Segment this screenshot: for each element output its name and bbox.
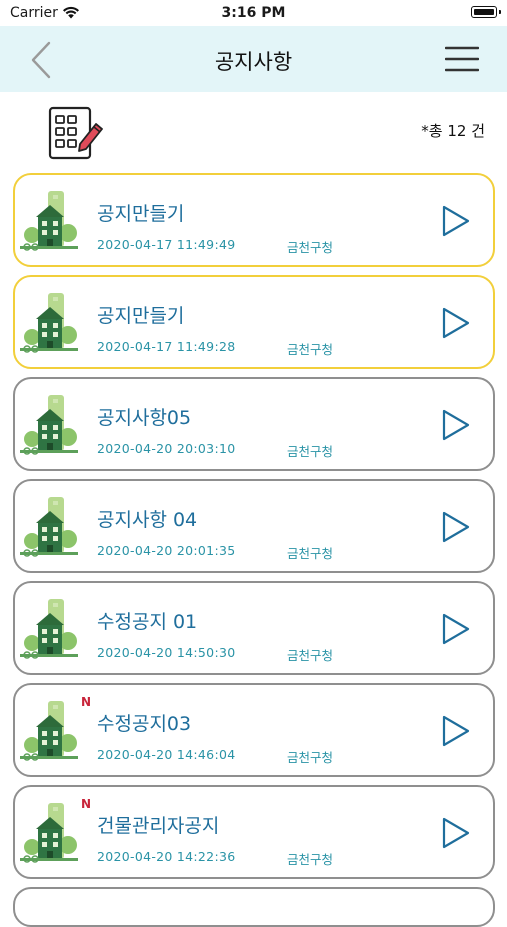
play-arrow-icon[interactable] (441, 510, 471, 544)
building-icon (20, 497, 78, 557)
play-arrow-icon[interactable] (441, 714, 471, 748)
notice-title: 공지사항05 (97, 407, 192, 429)
notice-title: 공지사항 04 (97, 509, 198, 531)
play-arrow-icon[interactable] (441, 204, 471, 238)
notice-item[interactable]: 공지만들기 2020-04-17 11:49:28 금천구청 (13, 275, 495, 369)
status-bar: Carrier 3:16 PM (0, 0, 507, 26)
new-badge: N (81, 797, 92, 811)
building-icon (20, 599, 78, 659)
notice-item-partial[interactable] (13, 887, 495, 927)
building-icon (20, 701, 78, 761)
notice-author: 금천구청 (287, 444, 334, 459)
notice-date: 2020-04-17 11:49:28 (97, 339, 236, 354)
notice-item[interactable]: 공지사항 04 2020-04-20 20:01:35 금천구청 (13, 479, 495, 573)
notice-title: 공지만들기 (97, 305, 185, 327)
building-icon (20, 395, 78, 455)
notice-author: 금천구청 (287, 546, 334, 561)
notice-date: 2020-04-20 14:50:30 (97, 645, 236, 660)
notice-item[interactable]: 공지사항05 2020-04-20 20:03:10 금천구청 (13, 377, 495, 471)
building-icon (20, 803, 78, 863)
notice-title: 수정공지03 (97, 713, 192, 735)
document-edit-icon (48, 106, 103, 160)
page-title: 공지사항 (214, 50, 293, 74)
notice-author: 금천구청 (287, 750, 334, 765)
notice-title: 건물관리자공지 (97, 815, 220, 837)
building-icon (20, 293, 78, 353)
notice-title: 수정공지 01 (97, 611, 198, 633)
notice-author: 금천구청 (287, 648, 334, 663)
notice-author: 금천구청 (287, 342, 334, 357)
building-icon (20, 191, 78, 251)
notice-author: 금천구청 (287, 240, 334, 255)
new-badge: N (81, 695, 92, 709)
notice-date: 2020-04-20 14:22:36 (97, 849, 236, 864)
notice-item[interactable]: N 건물관리자공지 2020-04-20 14:22:36 금천구청 (13, 785, 495, 879)
notice-date: 2020-04-20 14:46:04 (97, 747, 236, 762)
notice-author: 금천구청 (287, 852, 334, 867)
notice-item[interactable]: 공지만들기 2020-04-17 11:49:49 금천구청 (13, 173, 495, 267)
play-arrow-icon[interactable] (441, 306, 471, 340)
hamburger-menu-icon[interactable] (445, 44, 479, 74)
play-arrow-icon[interactable] (441, 408, 471, 442)
clock: 3:16 PM (221, 5, 286, 21)
notice-date: 2020-04-20 20:03:10 (97, 441, 236, 456)
notice-date: 2020-04-20 20:01:35 (97, 543, 236, 558)
battery-icon (471, 6, 501, 18)
play-arrow-icon[interactable] (441, 816, 471, 850)
nav-header: 공지사항 (0, 26, 507, 92)
play-arrow-icon[interactable] (441, 612, 471, 646)
notice-date: 2020-04-17 11:49:49 (97, 237, 236, 252)
notice-title: 공지만들기 (97, 203, 185, 225)
notice-item[interactable]: 수정공지 01 2020-04-20 14:50:30 금천구청 (13, 581, 495, 675)
notice-item[interactable]: N 수정공지03 2020-04-20 14:46:04 금천구청 (13, 683, 495, 777)
total-count: *총 12 건 (421, 122, 485, 140)
